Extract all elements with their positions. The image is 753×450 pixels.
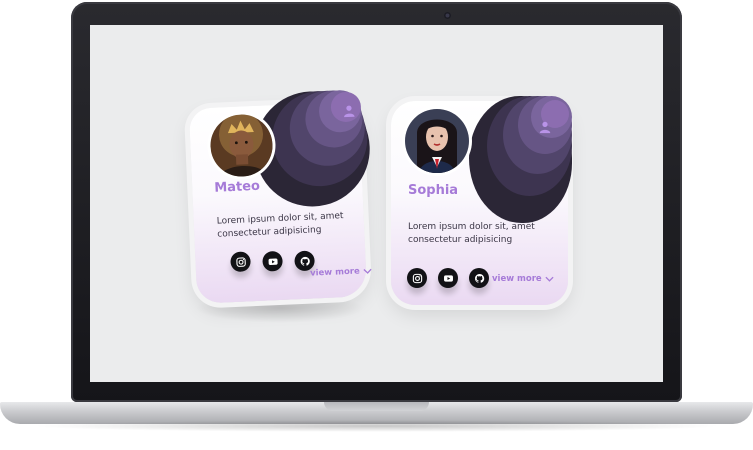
avatar bbox=[405, 109, 469, 173]
screen: Mateo Lorem ipsum dolor sit, amet consec… bbox=[90, 25, 663, 382]
youtube-icon bbox=[443, 274, 453, 282]
github-button[interactable] bbox=[469, 268, 489, 288]
instagram-button[interactable] bbox=[230, 251, 251, 273]
profile-card-mateo: Mateo Lorem ipsum dolor sit, amet consec… bbox=[188, 89, 373, 304]
chevron-down-icon bbox=[545, 276, 554, 282]
profile-description: Lorem ipsum dolor sit, amet consectetur … bbox=[216, 211, 344, 240]
view-more-link[interactable]: view more bbox=[310, 266, 372, 279]
instagram-button[interactable] bbox=[407, 268, 427, 288]
github-icon bbox=[474, 273, 484, 283]
youtube-icon bbox=[268, 258, 278, 265]
decorative-rings bbox=[469, 96, 572, 223]
instagram-icon bbox=[412, 273, 422, 283]
profile-name: Mateo bbox=[213, 178, 261, 196]
laptop-frame: Mateo Lorem ipsum dolor sit, amet consec… bbox=[0, 0, 753, 450]
profile-description: Lorem ipsum dolor sit, amet consectetur … bbox=[408, 222, 535, 245]
profile-card-sophia: Sophia Lorem ipsum dolor sit, amet conse… bbox=[391, 96, 572, 305]
laptop-shadow bbox=[30, 420, 723, 432]
view-more-label: view more bbox=[492, 274, 542, 284]
user-icon[interactable] bbox=[342, 104, 357, 119]
youtube-button[interactable] bbox=[262, 250, 283, 272]
user-icon[interactable] bbox=[538, 120, 552, 134]
profile-name: Sophia bbox=[408, 183, 459, 198]
chevron-down-icon bbox=[363, 268, 372, 274]
instagram-icon bbox=[235, 256, 246, 267]
github-icon bbox=[300, 256, 310, 266]
view-more-link[interactable]: view more bbox=[492, 274, 554, 284]
laptop-notch bbox=[324, 402, 429, 411]
webcam bbox=[444, 12, 451, 19]
youtube-button[interactable] bbox=[438, 268, 458, 288]
view-more-label: view more bbox=[309, 266, 360, 279]
